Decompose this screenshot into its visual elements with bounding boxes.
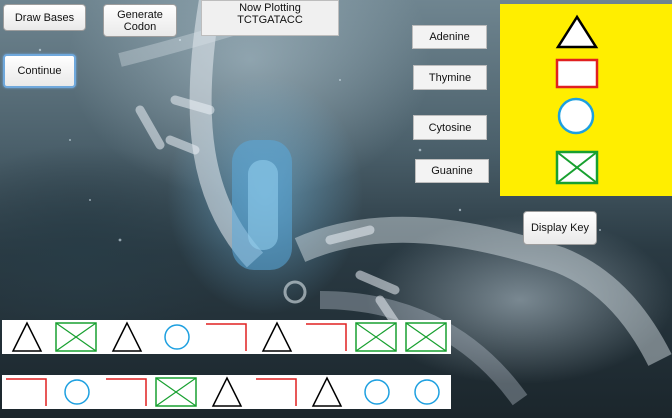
crossed-box-icon [152, 375, 202, 409]
cytosine-label: Cytosine [413, 115, 487, 140]
circle-icon [52, 375, 102, 409]
triangle-icon [202, 375, 252, 409]
square-icon [2, 375, 52, 409]
circle-icon [152, 320, 202, 354]
key-square-icon [555, 58, 599, 89]
triangle-icon [2, 320, 52, 354]
triangle-icon [102, 320, 152, 354]
circle-icon [402, 375, 452, 409]
thymine-label: Thymine [413, 65, 487, 90]
adenine-label: Adenine [412, 25, 487, 49]
generate-codon-button[interactable]: Generate Codon [103, 4, 177, 37]
triangle-icon [302, 375, 352, 409]
square-icon [202, 320, 252, 354]
crossed-box-icon [352, 320, 402, 354]
strand-top-row [2, 320, 451, 354]
square-icon [252, 375, 302, 409]
triangle-icon [252, 320, 302, 354]
crossed-box-icon [402, 320, 452, 354]
guanine-label: Guanine [415, 159, 489, 183]
square-icon [102, 375, 152, 409]
key-circle-icon [557, 97, 595, 135]
continue-button[interactable]: Continue [3, 54, 76, 88]
key-triangle-icon [555, 14, 599, 49]
strand-bottom-row [2, 375, 451, 409]
symbol-key-panel [500, 4, 672, 196]
draw-bases-button[interactable]: Draw Bases [3, 4, 86, 31]
display-key-button[interactable]: Display Key [523, 211, 597, 245]
square-icon [302, 320, 352, 354]
now-plotting-label: Now Plotting [239, 2, 301, 14]
circle-icon [352, 375, 402, 409]
now-plotting-status: Now Plotting TCTGATACC [201, 0, 339, 36]
now-plotting-sequence: TCTGATACC [237, 14, 303, 26]
key-crossed-box-icon [555, 150, 599, 185]
crossed-box-icon [52, 320, 102, 354]
